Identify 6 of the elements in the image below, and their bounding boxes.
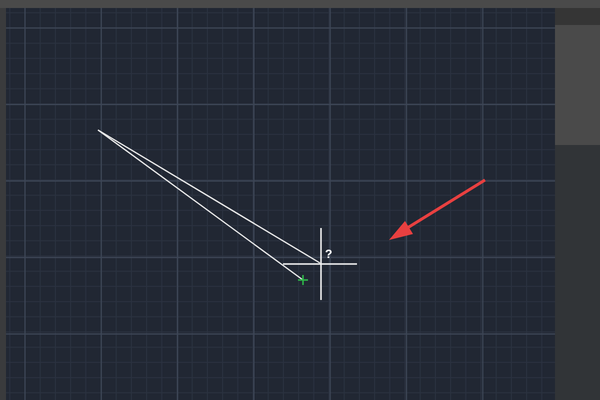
drawing-canvas[interactable]: ?: [6, 8, 555, 400]
crosshair-cursor-icon[interactable]: [283, 228, 357, 300]
arrow-icon: [389, 178, 486, 240]
cursor-label: ?: [325, 247, 332, 261]
snap-marker-icon: [298, 275, 308, 285]
side-toolbar: [555, 8, 600, 25]
